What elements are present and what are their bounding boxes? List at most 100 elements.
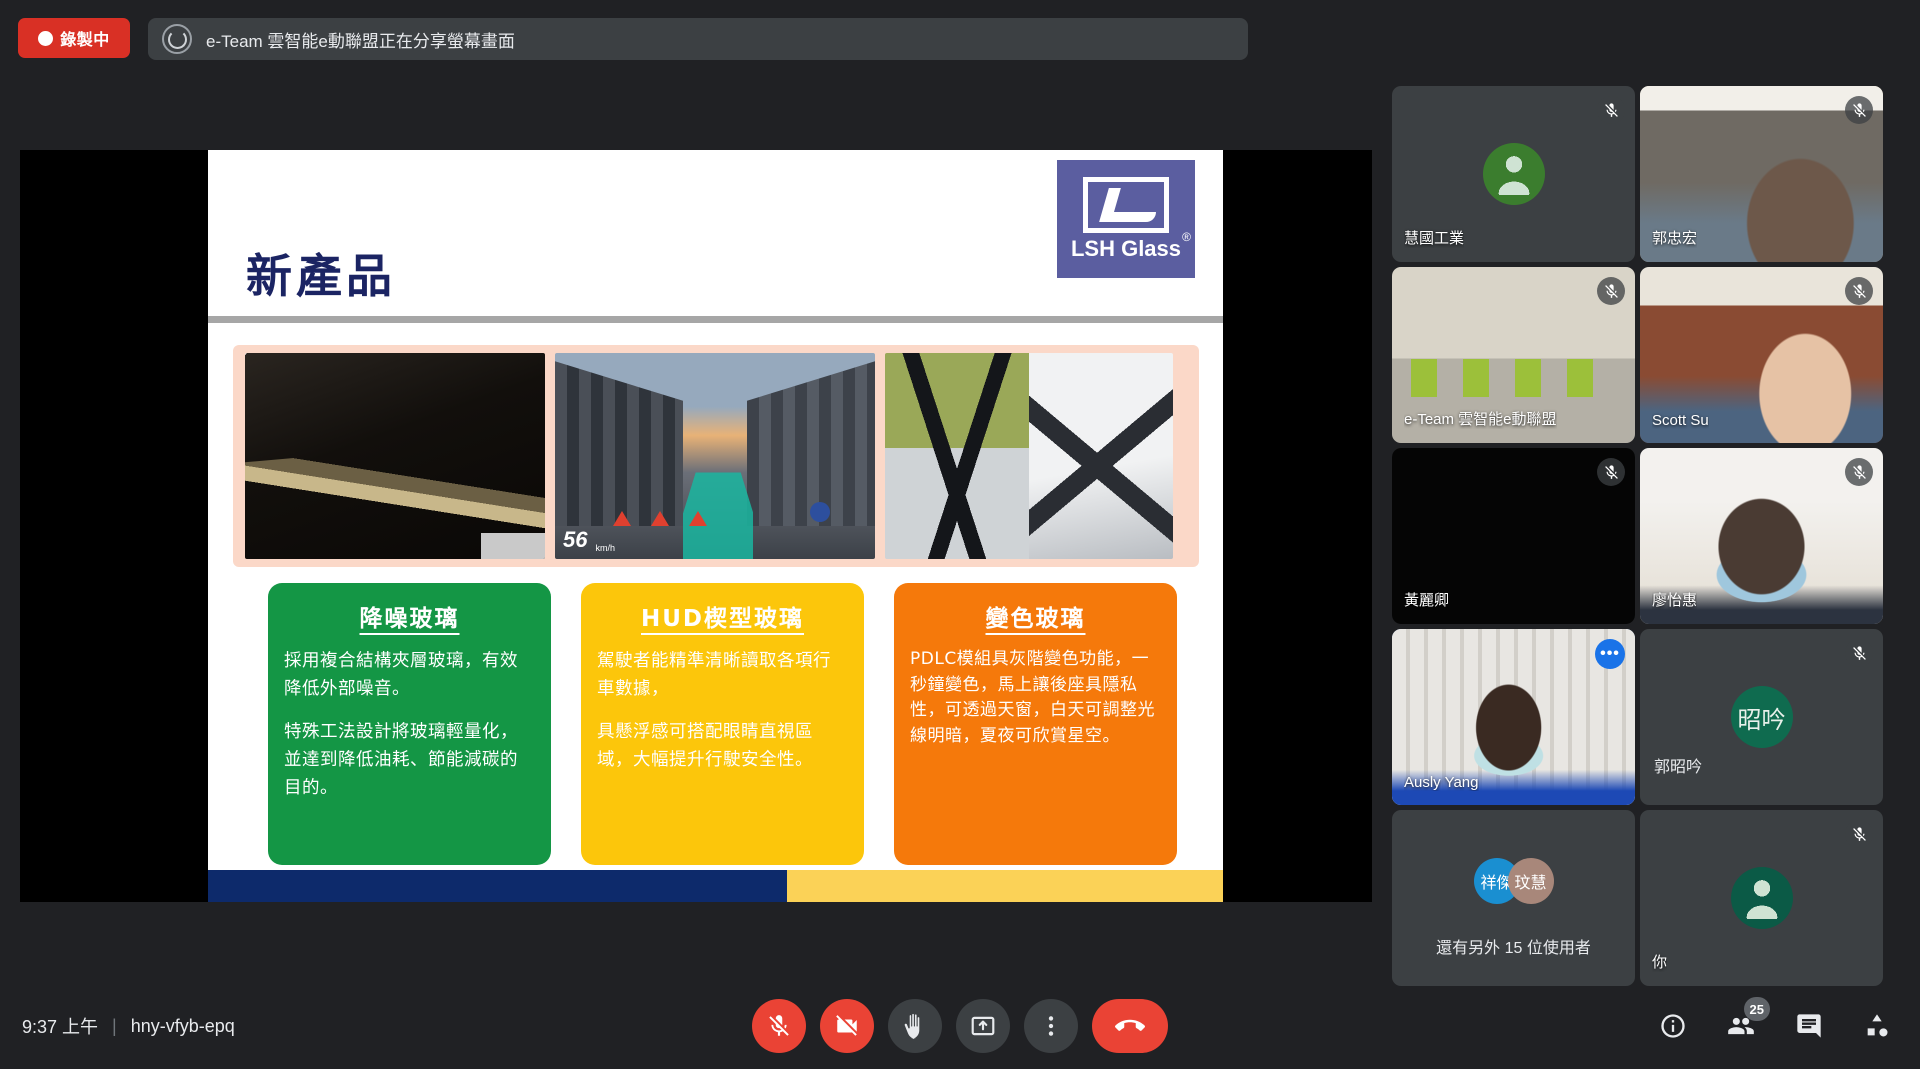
meeting-info: 9:37 上午 | hny-vfyb-epq [22,1013,235,1039]
participant-tile[interactable]: 慧國工業 [1392,86,1635,262]
info-separator: | [112,1016,117,1037]
feature-card-paragraph: PDLC模組具灰階變色功能，一秒鐘變色，馬上讓後座具隱私性，可透過天窗，白天可調… [910,647,1161,749]
participant-name: e-Team 雲智能e動聯盟 [1404,408,1557,429]
participant-name: 你 [1652,951,1667,972]
slide-title: 新產品 [246,240,396,306]
chat-button[interactable] [1792,1009,1826,1043]
hud-speed-value: 56 [563,527,587,553]
overflow-avatar-stack: 祥傑玟慧 [1474,858,1554,904]
hud-cone-icon [689,511,707,526]
feature-card-noise-reduction: 降噪玻璃 採用複合結構夾層玻璃，有效降低外部噪音。 特殊工法設計將玻璃輕量化，並… [268,583,551,865]
shared-screen-stage[interactable]: 新產品 ® LSH Glass 56 km/h [20,150,1372,902]
recording-badge[interactable]: 錄製中 [18,18,130,58]
participant-name: 郭昭吟 [1640,753,1883,777]
feature-card-paragraph: 特殊工法設計將玻璃輕量化，並達到降低油耗、節能減碳的目的。 [284,718,535,803]
mic-off-icon [1597,277,1625,305]
participant-tile[interactable]: 郭忠宏 [1640,86,1883,262]
logo-text: LSH Glass [1071,236,1181,262]
participant-tile[interactable]: 祥傑玟慧還有另外 15 位使用者 [1392,810,1635,986]
people-count-badge: 25 [1744,997,1770,1021]
participant-tile[interactable]: 你 [1640,810,1883,986]
hud-road-sign-icon [810,502,830,522]
recording-label: 錄製中 [60,26,110,50]
avatar-person-icon [1483,143,1545,205]
slide-footer-navy [208,870,787,902]
laminated-glass-edge-photo [245,353,545,559]
feature-card-body: 採用複合結構夾層玻璃，有效降低外部噪音。 特殊工法設計將玻璃輕量化，並達到降低油… [284,647,535,803]
feature-card-paragraph: 採用複合結構夾層玻璃，有效降低外部噪音。 [284,647,535,704]
hud-street-view-photo: 56 km/h [555,353,875,559]
sunroof-view-inside [1029,353,1173,559]
feature-card-title: 降噪玻璃 [284,599,535,633]
participant-grid: 慧國工業 郭忠宏 e-Team 雲智能e動聯盟 Scott Su 黃麗卿廖怡惠 ••• Au… [1392,86,1912,986]
presenting-spinner-icon [162,24,192,54]
participant-tile[interactable]: 廖怡惠 [1640,448,1883,624]
participant-name: Scott Su [1652,412,1709,429]
sunroof-view-outside [885,353,1029,559]
participant-tile[interactable]: Scott Su [1640,267,1883,443]
mic-off-icon [1845,639,1873,667]
activities-button[interactable] [1860,1009,1894,1043]
more-vertical-icon [1038,1013,1064,1039]
more-options-button[interactable] [1024,999,1078,1053]
mic-off-icon [1851,464,1868,481]
mic-off-icon [1597,96,1625,124]
hud-buildings-right [747,361,875,526]
participant-tile[interactable]: e-Team 雲智能e動聯盟 [1392,267,1635,443]
participant-name: 廖怡惠 [1652,589,1697,610]
participant-name: 還有另外 15 位使用者 [1392,934,1635,958]
raise-hand-button[interactable] [888,999,942,1053]
panoramic-sunroof-photo [885,353,1173,559]
participant-name: 郭忠宏 [1652,227,1697,248]
participant-tile[interactable]: 黃麗卿 [1392,448,1635,624]
feature-card-paragraph: 具懸浮感可搭配眼睛直視區域，大幅提升行駛安全性。 [597,718,848,775]
feature-card-body: PDLC模組具灰階變色功能，一秒鐘變色，馬上讓後座具隱私性，可透過天窗，白天可調… [910,647,1161,749]
mic-off-icon [1845,458,1873,486]
mic-off-icon [1603,283,1620,300]
hud-speed-unit: km/h [595,543,615,553]
mic-off-icon [1845,96,1873,124]
participant-tile[interactable]: 昭吟郭昭吟 [1640,629,1883,805]
product-photo-strip: 56 km/h [233,345,1199,567]
camera-off-button[interactable] [820,999,874,1053]
presenting-label: e-Team 雲智能e動聯盟正在分享螢幕畫面 [206,27,515,52]
mic-off-icon [1851,283,1868,300]
activities-icon [1863,1012,1891,1040]
feature-card-title: 變色玻璃 [910,599,1161,633]
mic-off-button[interactable] [752,999,806,1053]
feature-cards: 降噪玻璃 採用複合結構夾層玻璃，有效降低外部噪音。 特殊工法設計將玻璃輕量化，並… [268,583,1178,865]
avatar-person-icon [1731,867,1793,929]
chat-icon [1795,1012,1823,1040]
mic-off-icon [1845,277,1873,305]
show-everyone-button[interactable]: 25 [1724,1009,1758,1043]
feature-card-hud: HUD楔型玻璃 駕駛者能精準清晰讀取各項行車數據， 具懸浮感可搭配眼睛直視區域，… [581,583,864,865]
meeting-code[interactable]: hny-vfyb-epq [131,1016,235,1037]
camera-off-icon [834,1013,860,1039]
presenting-banner[interactable]: e-Team 雲智能e動聯盟正在分享螢幕畫面 [148,18,1248,60]
lsh-glass-logo: ® LSH Glass [1057,160,1195,278]
slide-footer-yellow [787,870,1223,902]
meeting-details-button[interactable] [1656,1009,1690,1043]
registered-mark: ® [1182,230,1191,244]
mic-off-icon [1603,464,1620,481]
hangup-icon [1115,1011,1145,1041]
hud-speed-readout: 56 km/h [563,527,615,553]
info-icon [1659,1012,1687,1040]
present-screen-icon [970,1013,996,1039]
end-call-button[interactable] [1092,999,1168,1053]
raise-hand-icon [902,1013,928,1039]
hud-cone-icon [613,511,631,526]
feature-card-body: 駕駛者能精準清晰讀取各項行車數據， 具懸浮感可搭配眼睛直視區域，大幅提升行駛安全… [597,647,848,774]
participant-name: Ausly Yang [1404,774,1479,791]
participant-tile[interactable]: ••• Ausly Yang [1392,629,1635,805]
mic-off-icon [1603,102,1620,119]
feature-card-paragraph: 駕駛者能精準清晰讀取各項行車數據， [597,647,848,704]
more-options-icon[interactable]: ••• [1595,639,1625,669]
present-screen-button[interactable] [956,999,1010,1053]
bottom-bar: 9:37 上午 | hny-vfyb-epq 25 [0,981,1920,1069]
slide-divider [208,316,1223,323]
participant-name: 慧國工業 [1404,227,1464,248]
feature-card-title: HUD楔型玻璃 [597,599,848,633]
feature-card-color-changing: 變色玻璃 PDLC模組具灰階變色功能，一秒鐘變色，馬上讓後座具隱私性，可透過天窗… [894,583,1177,865]
mic-off-icon [1851,102,1868,119]
